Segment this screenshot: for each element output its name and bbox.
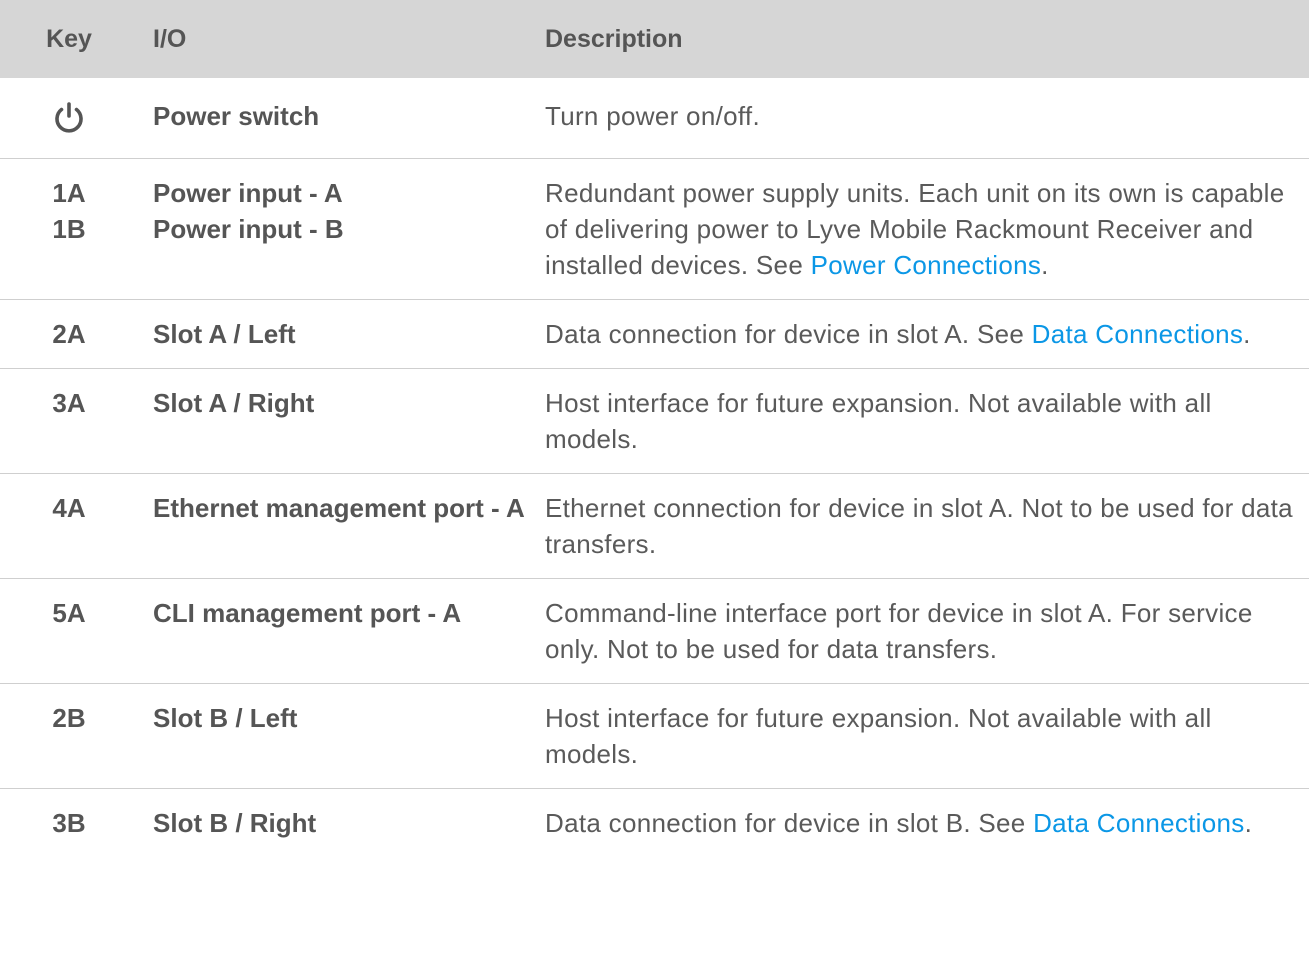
description-cell: Ethernet connection for device in slot A… <box>531 474 1309 579</box>
io-label: Slot B / Left <box>153 703 298 733</box>
description-suffix: . <box>1041 250 1049 280</box>
header-row: Key I/O Description <box>0 0 1309 78</box>
description-text: Data connection for device in slot B. Se… <box>545 808 1034 838</box>
io-cell: Slot A / Left <box>138 300 531 369</box>
description-text: Turn power on/off. <box>545 101 760 131</box>
description-cell: Data connection for device in slot A. Se… <box>531 300 1309 369</box>
data-connections-link[interactable]: Data Connections <box>1033 808 1244 838</box>
key-label: 1B <box>52 214 86 244</box>
key-label: 2B <box>52 703 86 733</box>
table-row: 3B Slot B / Right Data connection for de… <box>0 789 1309 858</box>
io-table: Key I/O Description Power switch Turn po… <box>0 0 1309 857</box>
description-suffix: . <box>1243 319 1251 349</box>
table-header: Key I/O Description <box>0 0 1309 78</box>
description-suffix: . <box>1244 808 1253 838</box>
io-label: Slot A / Left <box>153 319 296 349</box>
key-cell: 3A <box>0 369 138 474</box>
table-row: 1A 1B Power input - A Power input - B Re… <box>0 159 1309 300</box>
description-cell: Data connection for device in slot B. Se… <box>531 789 1309 858</box>
io-label: Power switch <box>153 101 320 131</box>
key-label: 1A <box>52 178 86 208</box>
description-text: Command-line interface port for device i… <box>545 598 1253 664</box>
key-cell: 1A 1B <box>0 159 138 300</box>
description-cell: Host interface for future expansion. Not… <box>531 369 1309 474</box>
header-io: I/O <box>153 24 187 53</box>
header-key: Key <box>46 24 92 53</box>
table-row: 4A Ethernet management port - A Ethernet… <box>0 474 1309 579</box>
description-cell: Host interface for future expansion. Not… <box>531 684 1309 789</box>
io-cell: Power switch <box>138 78 531 159</box>
table-row: 2A Slot A / Left Data connection for dev… <box>0 300 1309 369</box>
key-label: 4A <box>52 493 86 523</box>
key-cell: 2A <box>0 300 138 369</box>
io-label: Slot A / Right <box>153 388 315 418</box>
key-cell: 2B <box>0 684 138 789</box>
header-description: Description <box>545 24 683 53</box>
io-label: Power input - B <box>153 214 344 244</box>
key-label: 5A <box>52 598 86 628</box>
table-row: 3A Slot A / Right Host interface for fut… <box>0 369 1309 474</box>
table-row: 2B Slot B / Left Host interface for futu… <box>0 684 1309 789</box>
key-label: 3B <box>52 808 86 838</box>
description-cell: Redundant power supply units. Each unit … <box>531 159 1309 300</box>
description-text: Ethernet connection for device in slot A… <box>545 493 1293 559</box>
description-text: Host interface for future expansion. Not… <box>545 388 1212 454</box>
io-label: Ethernet management port - A <box>153 493 525 523</box>
io-cell: Slot B / Right <box>138 789 531 858</box>
power-connections-link[interactable]: Power Connections <box>811 250 1042 280</box>
description-cell: Command-line interface port for device i… <box>531 579 1309 684</box>
key-cell: 4A <box>0 474 138 579</box>
key-cell: 5A <box>0 579 138 684</box>
io-label: CLI management port - A <box>153 598 462 628</box>
key-cell <box>0 78 138 159</box>
key-cell: 3B <box>0 789 138 858</box>
description-cell: Turn power on/off. <box>531 78 1309 159</box>
description-text: Data connection for device in slot A. Se… <box>545 319 1032 349</box>
key-label: 2A <box>52 319 86 349</box>
data-connections-link[interactable]: Data Connections <box>1032 319 1243 349</box>
io-cell: Ethernet management port - A <box>138 474 531 579</box>
io-cell: Power input - A Power input - B <box>138 159 531 300</box>
io-label: Power input - A <box>153 178 343 208</box>
table-row: 5A CLI management port - A Command-line … <box>0 579 1309 684</box>
table-row: Power switch Turn power on/off. <box>0 78 1309 159</box>
io-cell: CLI management port - A <box>138 579 531 684</box>
key-label: 3A <box>52 388 86 418</box>
power-icon <box>51 100 87 136</box>
io-cell: Slot A / Right <box>138 369 531 474</box>
description-text: Host interface for future expansion. Not… <box>545 703 1212 769</box>
io-cell: Slot B / Left <box>138 684 531 789</box>
io-label: Slot B / Right <box>153 808 317 838</box>
table-body: Power switch Turn power on/off. 1A 1B Po… <box>0 78 1309 857</box>
